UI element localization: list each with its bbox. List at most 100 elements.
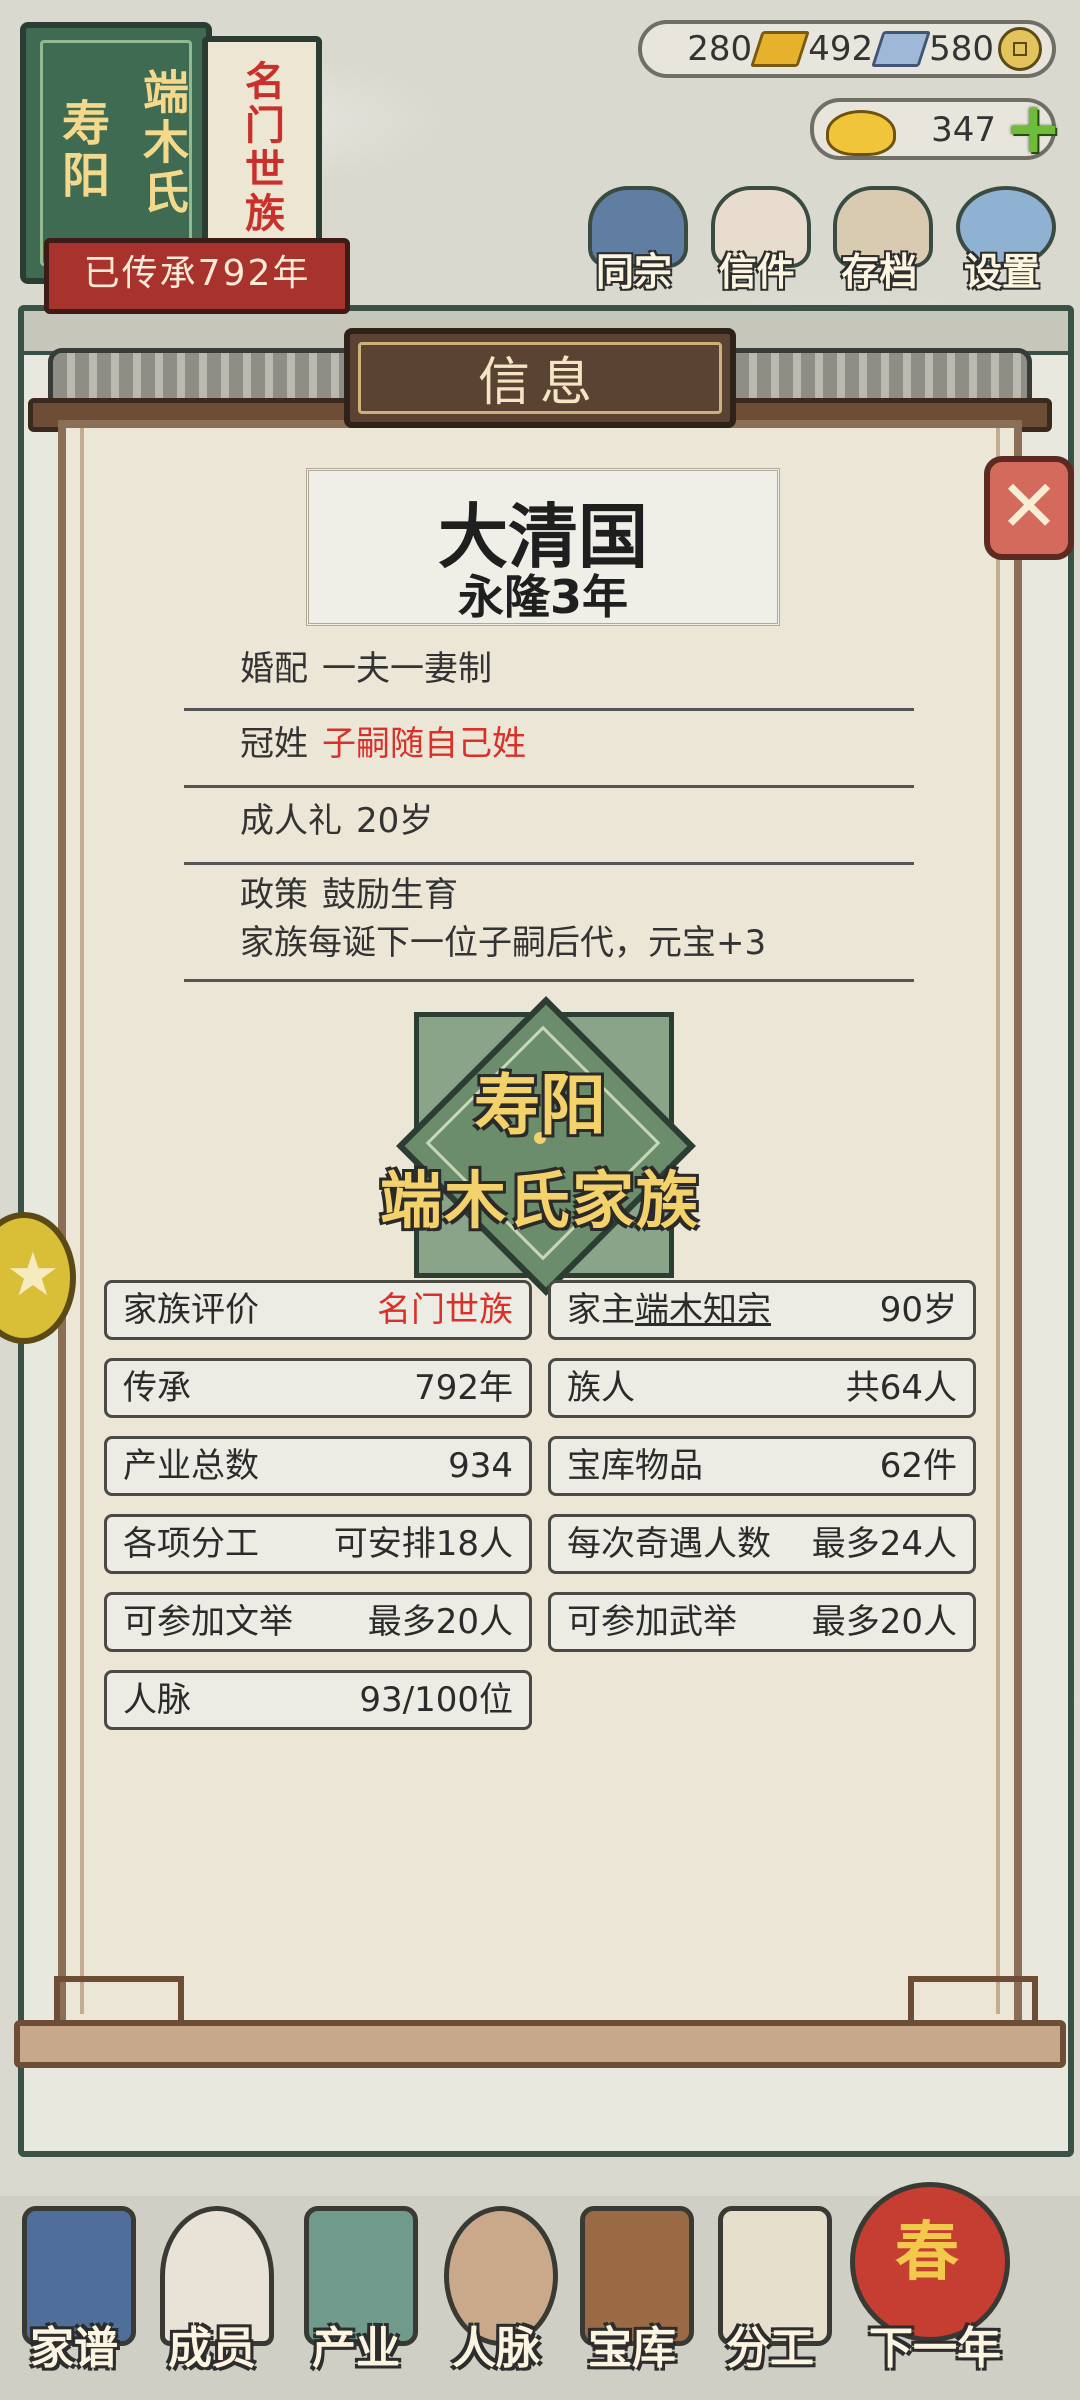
stat-label: 每次奇遇人数 <box>567 1524 771 1564</box>
stat-heritage: 传承 792年 <box>104 1358 532 1418</box>
stat-members: 族人 共64人 <box>548 1358 976 1418</box>
add-yuanbao-icon[interactable]: + <box>1004 93 1063 163</box>
rule-key: 成人礼 <box>240 801 342 841</box>
close-icon: ✕ <box>998 464 1060 548</box>
stat-value: 62件 <box>879 1446 957 1486</box>
rule-key: 政策 <box>240 875 308 915</box>
gold-bar-icon <box>750 31 811 67</box>
stat-connections: 人脉 93/100位 <box>104 1670 532 1730</box>
stat-value: 最多24人 <box>811 1524 957 1564</box>
stat-label: 家主 <box>567 1290 635 1330</box>
country-box: 大清国 永隆3年 <box>306 468 780 626</box>
emblem-region: 寿阳 <box>474 1066 606 1144</box>
family-surname: 端木氏 <box>136 68 190 218</box>
stat-industries: 产业总数 934 <box>104 1436 532 1496</box>
stat-patriarch[interactable]: 家主端木知宗 90岁 <box>548 1280 976 1340</box>
stat-label: 产业总数 <box>123 1446 259 1486</box>
stat-value: 可安排18人 <box>333 1524 513 1564</box>
panel-title: 信息 <box>358 342 722 414</box>
close-button[interactable]: ✕ <box>984 456 1074 560</box>
stat-military-exam: 可参加武举 最多20人 <box>548 1592 976 1652</box>
yuanbao-icon <box>826 110 896 156</box>
family-region: 寿阳 <box>53 98 109 202</box>
emblem-family-name: 端木氏家族 <box>379 1164 700 1237</box>
rule-coming-of-age: 成人礼 20岁 <box>184 788 914 865</box>
next-year-button[interactable]: 春 下一年 <box>850 2182 1020 2396</box>
rule-surname: 冠姓 子嗣随自己姓 <box>184 711 914 788</box>
nav-clan-label: 同宗 <box>595 250 672 294</box>
era-year: 永隆3年 <box>457 570 628 624</box>
stat-civil-exam: 可参加文举 最多20人 <box>104 1592 532 1652</box>
stat-treasury-items: 宝库物品 62件 <box>548 1436 976 1496</box>
bottom-nav: 家谱 成员 产业 人脉 宝库 分工 春 下一年 <box>0 2156 1080 2400</box>
stat-value: 934 <box>448 1446 513 1486</box>
nav-treasury[interactable]: 宝库 <box>562 2196 702 2396</box>
nav-industry-label: 产业 <box>312 2323 400 2374</box>
nav-members-label: 成员 <box>168 2323 256 2374</box>
silver-resource: 492 <box>808 29 931 69</box>
patriarch-name-link[interactable]: 端木知宗 <box>635 1290 771 1330</box>
stat-label: 人脉 <box>123 1680 191 1720</box>
nav-letters-label: 信件 <box>718 250 795 294</box>
nav-save[interactable]: 存档 <box>821 180 937 296</box>
spring-char: 春 <box>895 2215 959 2290</box>
stat-value: 最多20人 <box>367 1602 513 1642</box>
family-emblem: 寿阳 端木氏家族 <box>356 956 724 1324</box>
stat-label: 宝库物品 <box>567 1446 703 1486</box>
coin-icon <box>998 27 1042 71</box>
stat-value: 共64人 <box>845 1368 957 1408</box>
nav-settings[interactable]: 设置 <box>944 180 1060 296</box>
stat-label: 传承 <box>123 1368 191 1408</box>
rule-value: 鼓励生育 <box>322 875 458 915</box>
stat-label: 可参加武举 <box>567 1602 737 1642</box>
stat-division-of-labor: 各项分工 可安排18人 <box>104 1514 532 1574</box>
scroll-bottom-rail <box>14 2020 1066 2068</box>
yuanbao-bar: 347 + <box>810 93 1063 163</box>
nav-letters[interactable]: 信件 <box>699 180 815 296</box>
nav-treasury-label: 宝库 <box>588 2323 676 2374</box>
rule-key: 婚配 <box>240 649 308 689</box>
nav-industry[interactable]: 产业 <box>286 2196 426 2396</box>
nav-clan[interactable]: 同宗 <box>576 180 692 296</box>
panel-title-plaque: 信息 <box>344 328 736 428</box>
stat-value: 93/100位 <box>359 1680 513 1720</box>
rule-value: 子嗣随自己姓 <box>322 724 526 764</box>
silver-count: 492 <box>808 29 874 69</box>
stat-label: 各项分工 <box>123 1524 259 1564</box>
gold-resource: 280 <box>687 29 811 69</box>
nav-network[interactable]: 人脉 <box>426 2196 566 2396</box>
gold-count: 280 <box>687 29 753 69</box>
coin-resource: 580 <box>929 27 1042 71</box>
nav-genealogy[interactable]: 家谱 <box>4 2196 144 2396</box>
stat-encounter-size: 每次奇遇人数 最多24人 <box>548 1514 976 1574</box>
family-badge[interactable]: 寿阳 端木氏 名门世族 已传承792年 <box>14 16 350 314</box>
stat-family-rating: 家族评价 名门世族 <box>104 1280 532 1340</box>
stat-value: 792年 <box>414 1368 513 1408</box>
stat-label: 族人 <box>567 1368 635 1408</box>
nav-members[interactable]: 成员 <box>142 2196 282 2396</box>
nav-division-label: 分工 <box>726 2323 814 2374</box>
stat-label: 可参加文举 <box>123 1602 293 1642</box>
rule-key: 冠姓 <box>240 724 308 764</box>
star-icon: ★ <box>6 1240 60 1310</box>
coin-count: 580 <box>929 29 994 69</box>
stat-value: 90岁 <box>879 1290 957 1330</box>
stat-label: 家族评价 <box>123 1290 259 1330</box>
rule-marriage: 婚配 一夫一妻制 <box>184 636 914 711</box>
top-nav: 同宗 信件 存档 设置 <box>576 180 1060 300</box>
next-year-label: 下一年 <box>869 2323 1001 2374</box>
stat-value: 名门世族 <box>377 1290 513 1330</box>
family-rank: 名门世族 <box>238 60 285 236</box>
heritage-ribbon: 已传承792年 <box>44 238 350 314</box>
yuanbao-count: 347 <box>931 110 996 150</box>
nav-genealogy-label: 家谱 <box>30 2323 118 2374</box>
nav-save-label: 存档 <box>841 250 918 294</box>
stat-value: 最多20人 <box>811 1602 957 1642</box>
nav-division[interactable]: 分工 <box>700 2196 840 2396</box>
rule-value: 20岁 <box>356 801 434 841</box>
rules-list: 婚配 一夫一妻制 冠姓 子嗣随自己姓 成人礼 20岁 政策 鼓励生育 家族每诞下一位子嗣… <box>184 636 914 982</box>
silver-bar-icon <box>871 31 931 67</box>
rule-value: 一夫一妻制 <box>322 649 492 689</box>
resource-bar: 280 492 580 <box>638 20 1056 78</box>
nav-settings-label: 设置 <box>963 250 1040 294</box>
